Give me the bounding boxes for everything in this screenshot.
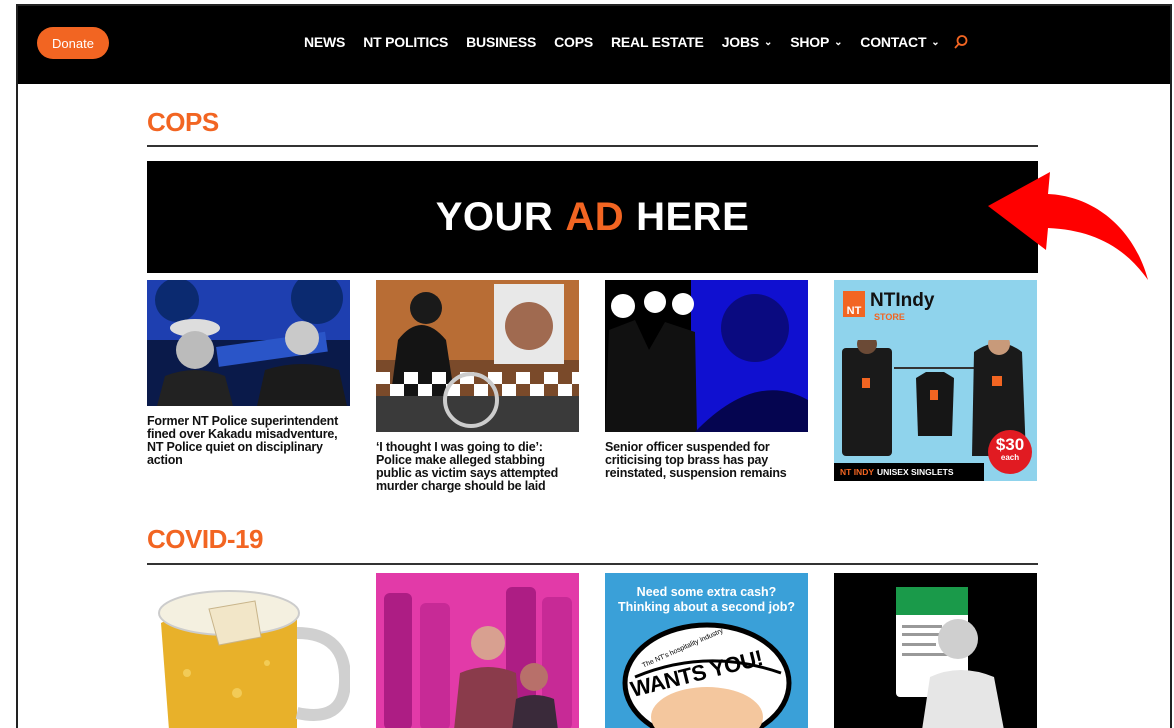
nav-label: COPS — [554, 34, 593, 50]
store-brand: NTIndy — [870, 290, 935, 311]
article-headline[interactable]: Former NT Police superintendent fined ov… — [147, 415, 350, 467]
article-card[interactable] — [376, 573, 579, 728]
ad-text-here: HERE — [636, 194, 750, 239]
ad-text-ad: AD — [565, 194, 625, 239]
nav-label: NT POLITICS — [363, 34, 449, 50]
store-ad-footer: NT INDY UNISEX SINGLETS — [834, 463, 984, 481]
article-card[interactable]: Former NT Police superintendent fined ov… — [147, 280, 350, 467]
nav-jobs[interactable]: JOBS ⌄ — [722, 34, 773, 50]
article-thumbnail[interactable] — [376, 280, 579, 432]
nav-label: SHOP — [790, 34, 830, 50]
nav-label: CONTACT — [860, 34, 927, 50]
nav-real-estate[interactable]: REAL ESTATE — [611, 34, 704, 50]
price-badge: $30 each — [988, 430, 1032, 474]
article-thumbnail[interactable] — [605, 280, 808, 432]
ad-text-your: YOUR — [435, 194, 554, 239]
nav-label: NEWS — [304, 34, 346, 50]
store-ad-image: NT NTIndy STORE $30 each NT INDY UNISEX — [834, 280, 1037, 481]
search-icon[interactable] — [953, 34, 969, 50]
ad-banner[interactable]: YOUR AD HERE — [147, 161, 1038, 273]
red-arrow-icon — [988, 172, 1148, 280]
article-thumbnail[interactable]: Need some extra cash? Thinking about a s… — [605, 573, 808, 728]
browser-frame: Donate NEWS NT POLITICS BUSINESS COPS RE… — [16, 4, 1172, 728]
article-card[interactable]: Senior officer suspended for criticising… — [605, 280, 808, 480]
article-thumbnail[interactable] — [376, 573, 579, 728]
store-ad[interactable]: NT NTIndy STORE $30 each NT INDY UNISEX — [834, 280, 1037, 481]
article-headline[interactable]: ‘I thought I was going to die’: Police m… — [376, 441, 579, 493]
nav-nt-politics[interactable]: NT POLITICS — [363, 34, 448, 50]
nav-shop[interactable]: SHOP ⌄ — [790, 34, 842, 50]
nav-label: BUSINESS — [466, 34, 537, 50]
section-title-covid[interactable]: COVID-19 — [147, 524, 263, 555]
section-title-cops[interactable]: COPS — [147, 107, 219, 138]
nt-logo-icon: NT — [843, 291, 865, 317]
article-headline[interactable]: Senior officer suspended for criticising… — [605, 441, 808, 480]
main-nav: NEWS NT POLITICS BUSINESS COPS REAL ESTA… — [304, 34, 969, 50]
section-divider — [147, 145, 1038, 147]
nav-label: JOBS — [721, 34, 760, 50]
store-brand-sub: STORE — [874, 312, 905, 322]
article-card[interactable]: Need some extra cash? Thinking about a s… — [605, 573, 808, 728]
article-thumbnail[interactable] — [834, 573, 1037, 728]
article-card[interactable]: ‘I thought I was going to die’: Police m… — [376, 280, 579, 493]
nav-business[interactable]: BUSINESS — [466, 34, 536, 50]
nav-label: REAL ESTATE — [611, 34, 704, 50]
site-header: Donate NEWS NT POLITICS BUSINESS COPS RE… — [18, 6, 1170, 84]
chevron-down-icon: ⌄ — [764, 36, 773, 48]
nav-contact[interactable]: CONTACT ⌄ — [860, 34, 939, 50]
donate-button[interactable]: Donate — [37, 27, 109, 59]
article-card[interactable] — [147, 573, 350, 728]
jobs-ad-text: Need some extra cash? Thinking about a s… — [617, 585, 796, 614]
nav-cops[interactable]: COPS — [554, 34, 593, 50]
article-thumbnail[interactable] — [147, 573, 350, 728]
nav-news[interactable]: NEWS — [304, 34, 345, 50]
section-divider — [147, 563, 1038, 565]
chevron-down-icon: ⌄ — [834, 36, 843, 48]
chevron-down-icon: ⌄ — [931, 36, 940, 48]
article-card[interactable] — [834, 573, 1037, 728]
article-thumbnail[interactable] — [147, 280, 350, 406]
